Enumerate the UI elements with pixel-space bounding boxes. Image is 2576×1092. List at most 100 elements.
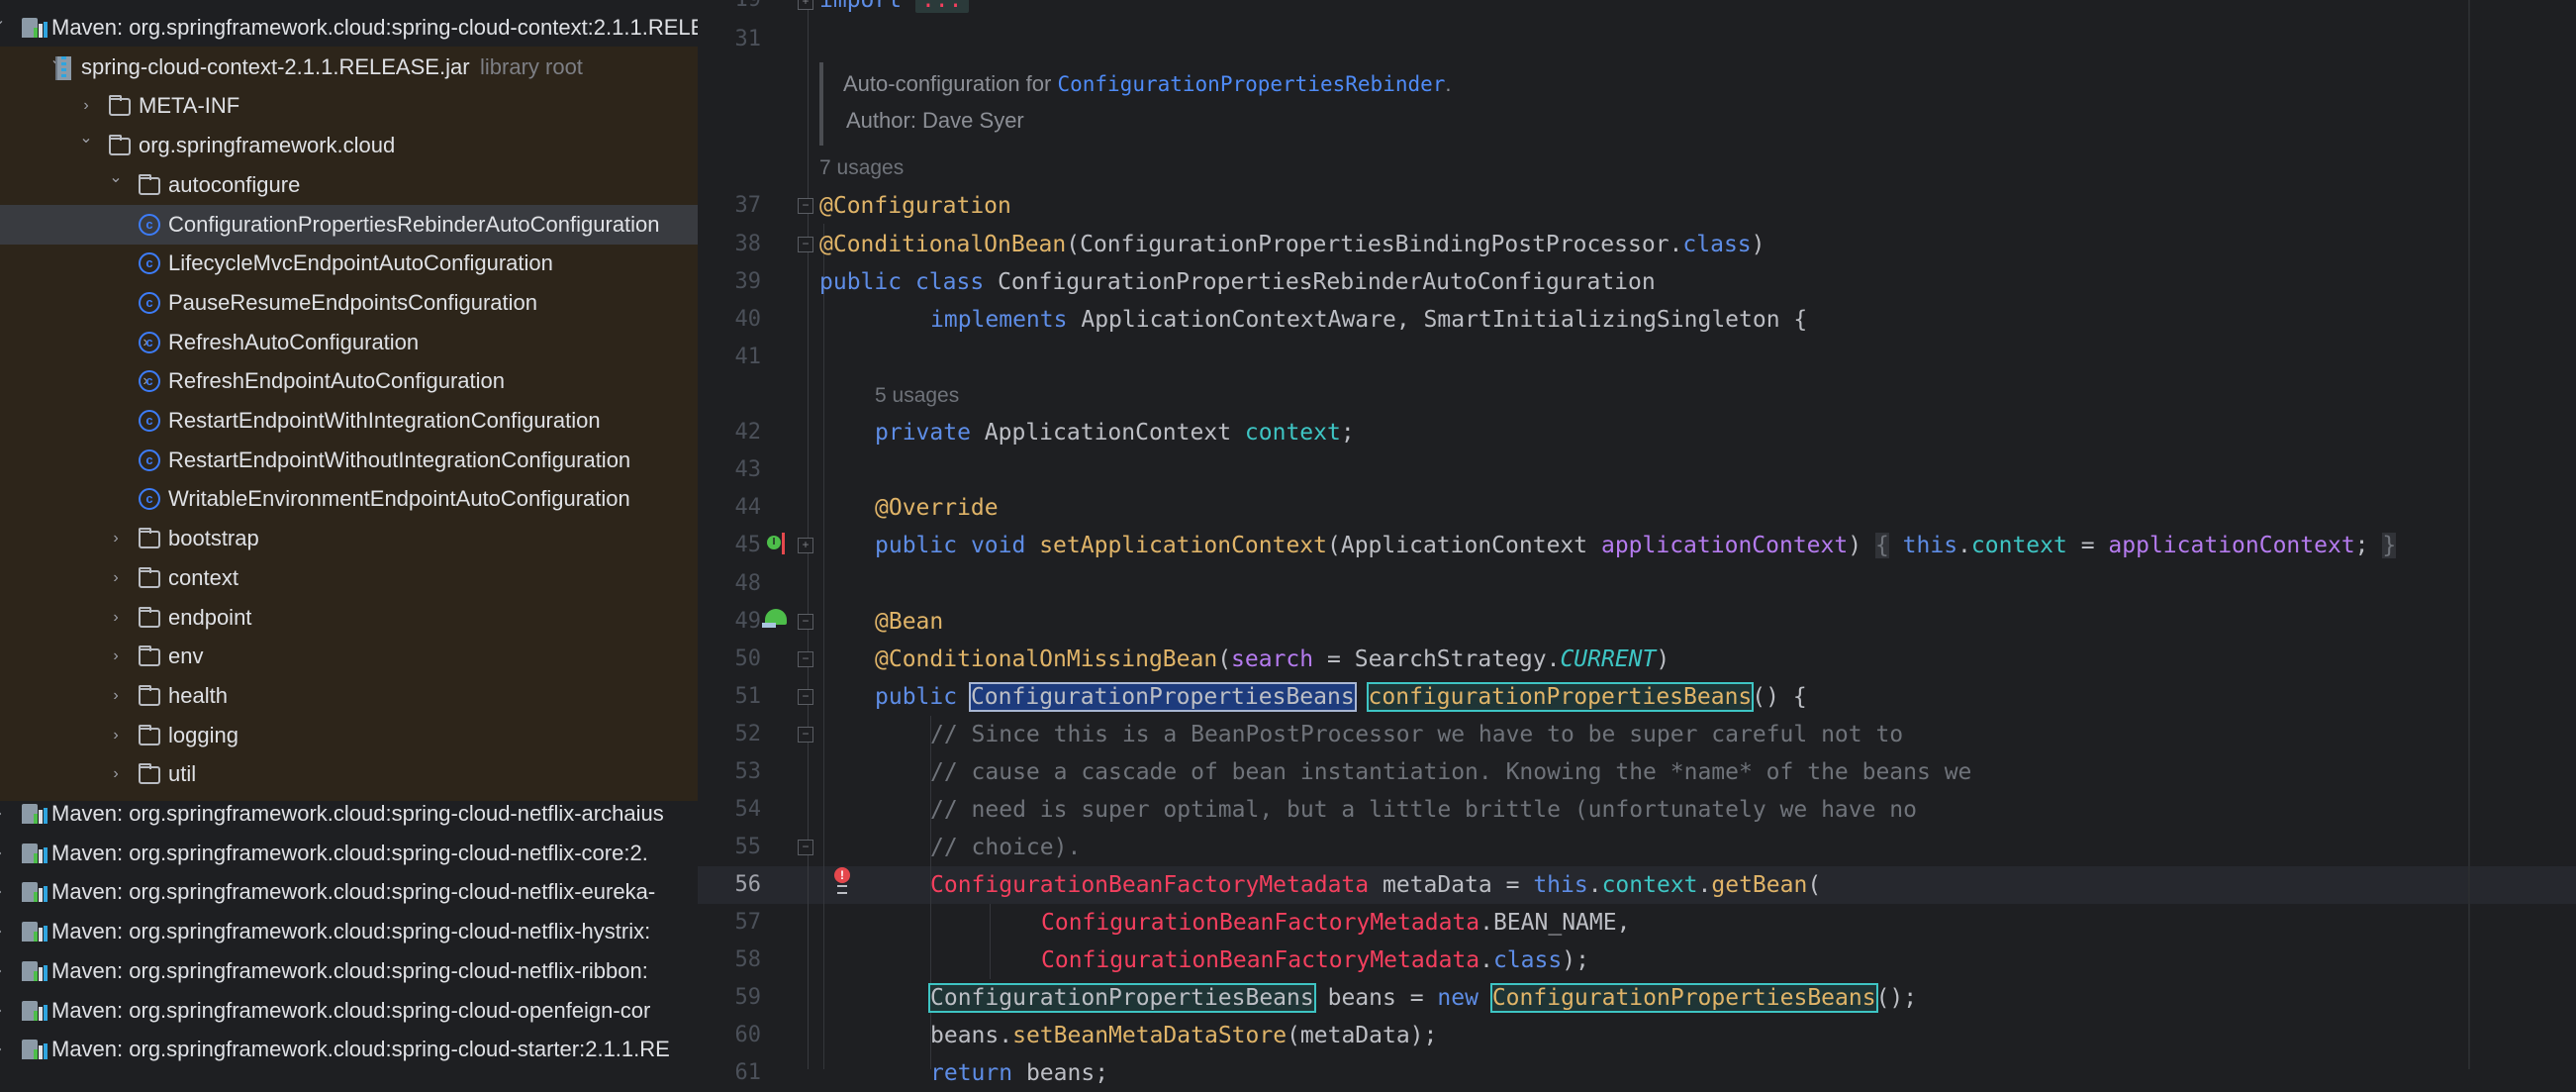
tree-item-prec[interactable]: c PauseResumeEndpointsConfiguration — [0, 283, 698, 323]
chevron-down-icon[interactable]: ⌄ — [107, 169, 125, 187]
line-number[interactable]: 44 — [698, 489, 762, 527]
chevron-down-icon[interactable]: ⌄ — [0, 12, 8, 30]
line-number[interactable]: 55 — [698, 829, 762, 866]
fold-collapse-icon[interactable]: − — [798, 614, 813, 630]
chevron-right-icon[interactable]: › — [0, 962, 8, 980]
fold-end-icon[interactable]: − — [798, 237, 813, 252]
chevron-right-icon[interactable]: › — [0, 923, 8, 941]
line-number[interactable]: 49 — [698, 603, 762, 641]
line-number[interactable]: 19 — [698, 0, 762, 19]
tree-item-rac[interactable]: › c RefreshAutoConfiguration — [0, 323, 698, 362]
chevron-right-icon[interactable]: › — [107, 609, 125, 627]
tree-item-bootstrap[interactable]: › bootstrap — [0, 519, 698, 558]
line-number[interactable]: 54 — [698, 791, 762, 829]
line-number[interactable]: 58 — [698, 942, 762, 979]
chevron-right-icon[interactable]: › — [77, 97, 95, 115]
tree-item-logging[interactable]: › logging — [0, 716, 698, 755]
line-number[interactable]: 50 — [698, 641, 762, 678]
tree-item-util[interactable]: › util — [0, 754, 698, 794]
chevron-right-icon[interactable]: › — [0, 844, 8, 862]
unresolved-type[interactable]: ConfigurationBeanFactoryMetadata — [930, 872, 1369, 898]
tree-item-reac[interactable]: › c RefreshEndpointAutoConfiguration — [0, 361, 698, 401]
chevron-right-icon[interactable]: › — [0, 805, 8, 823]
tree-item-lmeac[interactable]: c LifecycleMvcEndpointAutoConfiguration — [0, 244, 698, 283]
folded-brace[interactable]: } — [2382, 533, 2397, 558]
field-usages-hint[interactable]: 5 usages — [875, 377, 959, 415]
tree-item-autoconfigure[interactable]: ⌄ autoconfigure — [0, 165, 698, 205]
line-number[interactable]: 45 — [698, 527, 762, 564]
line-number[interactable]: 61 — [698, 1054, 762, 1092]
line-number[interactable]: 59 — [698, 979, 762, 1017]
fold-expand-icon[interactable]: + — [798, 538, 813, 553]
fold-collapse-icon[interactable]: − — [798, 727, 813, 743]
line-number[interactable]: 53 — [698, 753, 762, 791]
line-number[interactable]: 39 — [698, 263, 762, 301]
folded-brace[interactable]: { — [1874, 533, 1889, 558]
line-number[interactable]: 31 — [698, 21, 762, 58]
tree-item-meta-inf[interactable]: › META-INF — [0, 86, 698, 126]
class-icon: c — [139, 252, 160, 275]
line-number[interactable]: 41 — [698, 339, 762, 376]
code-token: SearchStrategy. — [1354, 646, 1561, 672]
tree-item-context[interactable]: › context — [0, 558, 698, 598]
method-name[interactable]: configurationPropertiesBeans — [1366, 682, 1755, 712]
tree-item-cprac[interactable]: c ConfigurationPropertiesRebinderAutoConf… — [0, 204, 698, 245]
code-line-44: @Override — [875, 489, 999, 527]
line-number[interactable]: 37 — [698, 187, 762, 225]
tree-item-label: LifecycleMvcEndpointAutoConfiguration — [168, 250, 553, 276]
selected-type[interactable]: ConfigurationPropertiesBeans — [968, 682, 1357, 712]
line-number[interactable]: 43 — [698, 451, 762, 489]
line-number[interactable]: 52 — [698, 716, 762, 753]
line-number[interactable]: 51 — [698, 678, 762, 716]
tree-item-mvn-core[interactable]: › Maven: org.springframework.cloud:spring… — [0, 834, 698, 873]
chevron-right-icon[interactable]: › — [107, 647, 125, 665]
implements-method-icon[interactable]: I — [767, 536, 781, 549]
tree-item-mvn-ribbon[interactable]: › Maven: org.springframework.cloud:spring… — [0, 951, 698, 991]
chevron-right-icon[interactable]: › — [0, 1041, 8, 1058]
tree-item-mvn-archaius[interactable]: › Maven: org.springframework.cloud:spring… — [0, 794, 698, 834]
fold-collapse-icon[interactable]: − — [798, 198, 813, 214]
unresolved-type[interactable]: ConfigurationBeanFactoryMetadata — [1041, 910, 1479, 936]
chevron-right-icon[interactable]: › — [107, 765, 125, 783]
line-number[interactable]: 60 — [698, 1017, 762, 1054]
unresolved-type[interactable]: ConfigurationBeanFactoryMetadata — [1041, 947, 1479, 973]
tree-item-mvn-context[interactable]: ⌄ Maven: org.springframework.cloud:spring… — [0, 8, 698, 48]
line-number[interactable]: 48 — [698, 565, 762, 603]
type-ref-highlight[interactable]: ConfigurationPropertiesBeans — [928, 983, 1316, 1013]
chevron-right-icon[interactable]: › — [107, 727, 125, 745]
chevron-right-icon[interactable]: › — [0, 883, 8, 901]
chevron-right-icon[interactable]: › — [107, 569, 125, 587]
tree-item-mvn-eureka[interactable]: › Maven: org.springframework.cloud:spring… — [0, 872, 698, 912]
code-token: implements — [930, 307, 1068, 333]
line-number[interactable]: 40 — [698, 301, 762, 339]
folded-imports[interactable]: ... — [914, 0, 969, 13]
fold-end-icon[interactable]: − — [798, 651, 813, 667]
chevron-right-icon[interactable]: › — [107, 530, 125, 547]
fold-collapse-icon[interactable]: − — [798, 689, 813, 705]
line-number[interactable]: 56 — [698, 866, 762, 904]
tree-item-rewoic[interactable]: c RestartEndpointWithoutIntegrationConfig… — [0, 441, 698, 480]
line-number[interactable]: 38 — [698, 226, 762, 263]
error-bulb-icon[interactable]: ! — [834, 867, 850, 883]
chevron-down-icon[interactable]: ⌄ — [77, 130, 95, 148]
fold-expand-icon[interactable]: + — [798, 0, 813, 10]
tree-item-mvn-openfeign[interactable]: › Maven: org.springframework.cloud:spring… — [0, 991, 698, 1031]
line-number[interactable]: 57 — [698, 904, 762, 942]
tree-item-jar[interactable]: ⌄spring-cloud-context-2.1.1.RELEASE.jarl… — [0, 48, 698, 87]
line-number[interactable]: 42 — [698, 414, 762, 451]
tree-item-rewic[interactable]: c RestartEndpointWithIntegrationConfigura… — [0, 401, 698, 441]
doc-link[interactable]: ConfigurationPropertiesRebinder — [1057, 72, 1445, 96]
override-up-arrow-icon[interactable] — [782, 533, 785, 554]
tree-item-mvn-hystrix[interactable]: › Maven: org.springframework.cloud:spring… — [0, 912, 698, 951]
tree-item-env[interactable]: › env — [0, 637, 698, 676]
constructor-ref-highlight[interactable]: ConfigurationPropertiesBeans — [1489, 983, 1878, 1013]
tree-item-weeac[interactable]: c WritableEnvironmentEndpointAutoConfigur… — [0, 479, 698, 519]
tree-item-org-sf-cloud[interactable]: ⌄ org.springframework.cloud — [0, 126, 698, 165]
tree-item-health[interactable]: › health — [0, 676, 698, 716]
tree-item-endpoint[interactable]: › endpoint — [0, 598, 698, 638]
class-usages-hint[interactable]: 7 usages — [819, 149, 904, 187]
chevron-right-icon[interactable]: › — [0, 1002, 8, 1020]
fold-end-icon[interactable]: − — [798, 840, 813, 855]
chevron-right-icon[interactable]: › — [107, 687, 125, 705]
tree-item-mvn-starter[interactable]: › Maven: org.springframework.cloud:spring… — [0, 1030, 698, 1069]
